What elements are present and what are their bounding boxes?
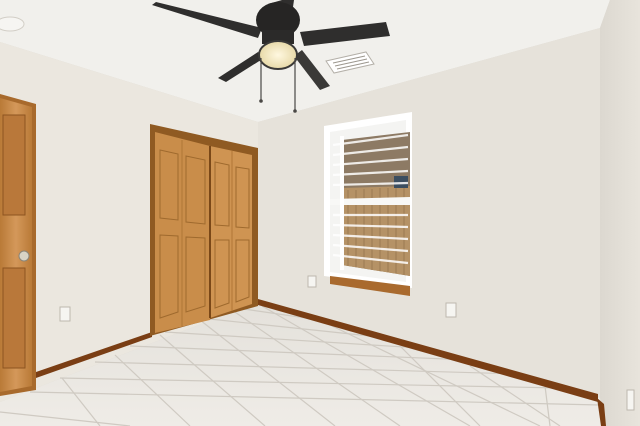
smoke-detector — [0, 16, 25, 32]
door-knob[interactable] — [18, 250, 30, 262]
bedroom-photo — [0, 0, 640, 426]
right-wall — [600, 0, 640, 426]
window-with-blinds — [324, 112, 412, 296]
outlet-back-wall-1 — [307, 275, 317, 288]
fan-light-globe — [258, 40, 298, 70]
outlet-right-wall — [626, 389, 635, 411]
bifold-closet-doors[interactable] — [150, 124, 258, 336]
outlet-left-wall — [59, 306, 71, 322]
bedroom-door[interactable] — [0, 94, 36, 396]
outlet-back-wall-2 — [445, 302, 457, 318]
